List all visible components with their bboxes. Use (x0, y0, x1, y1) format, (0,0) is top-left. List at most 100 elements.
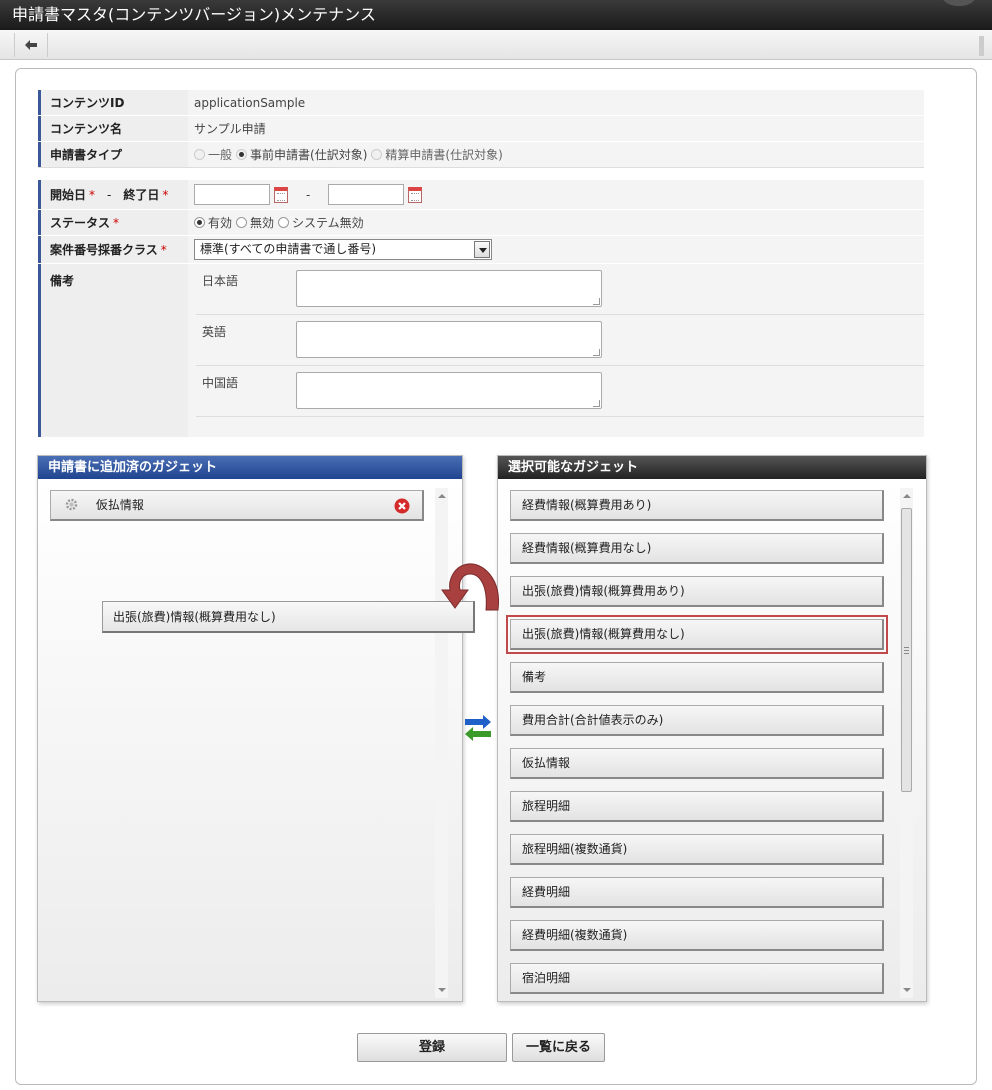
added-gadgets-title: 申請書に追加済のガジェット (38, 456, 462, 479)
scroll-down-arrow-icon[interactable] (903, 988, 911, 992)
title-bar-corner-decoration (942, 0, 976, 6)
available-gadget-item[interactable]: 仮払情報 (510, 748, 884, 779)
available-gadgets-panel: 選択可能なガジェット 経費情報(概算費用あり) 経費情報(概算費用なし) 出張(… (497, 455, 927, 1002)
form-type-option-settlement[interactable]: 精算申請書(仕訳対象) (371, 146, 503, 163)
notes-ja-label: 日本語 (202, 274, 239, 288)
gadget-label: 経費情報(概算費用なし) (522, 541, 652, 555)
option-label: 無効 (250, 216, 275, 230)
gadget-label: 出張(旅費)情報(概算費用あり) (522, 584, 685, 598)
settings-table: 開始日 * - 終了日 * - ステータス * 有効 無効 システム無効 案件番… (38, 180, 924, 438)
added-gadgets-list: 仮払情報 (38, 479, 462, 1001)
status-option-inactive[interactable]: 無効 (236, 214, 274, 231)
back-button[interactable] (14, 33, 48, 57)
available-gadget-item[interactable]: 費用合計(合計値表示のみ) (510, 705, 884, 736)
available-gadget-item-highlighted[interactable]: 出張(旅費)情報(概算費用なし) (506, 615, 888, 654)
form-type-option-advance[interactable]: 事前申請書(仕訳対象) (236, 146, 367, 163)
required-mark: * (160, 242, 167, 257)
form-type-option-general[interactable]: 一般 (194, 146, 232, 163)
remove-icon[interactable] (394, 498, 410, 514)
gadget-label: 出張(旅費)情報(概算費用なし) (522, 627, 685, 641)
option-label: 一般 (208, 148, 233, 162)
dragging-gadget-ghost[interactable]: 出張(旅費)情報(概算費用なし) (102, 601, 475, 633)
date-row: 開始日 * - 終了日 * - (38, 180, 924, 210)
available-gadget-item[interactable]: 備考 (510, 662, 884, 693)
required-mark: * (113, 215, 120, 230)
numbering-label-text: 案件番号採番クラス (50, 243, 158, 257)
start-date-label: 開始日 (50, 188, 87, 202)
end-calendar-icon[interactable] (408, 186, 423, 203)
notes-en-label: 英語 (202, 325, 227, 339)
radio-icon (278, 217, 290, 228)
radio-selected-icon (236, 149, 248, 160)
form-type-label: 申請書タイプ (38, 142, 188, 167)
radio-icon (236, 217, 248, 228)
toolbar-scroll-indicator (979, 36, 984, 56)
notes-zh-label: 中国語 (202, 376, 239, 390)
content-id-label: コンテンツID (38, 90, 188, 115)
status-label-text: ステータス (50, 216, 111, 230)
available-gadget-item[interactable]: 経費情報(概算費用あり) (510, 490, 884, 521)
start-date-input[interactable] (194, 184, 270, 205)
gadget-label: 備考 (522, 670, 547, 684)
available-gadgets-scrollbar[interactable] (900, 488, 913, 998)
added-gadgets-panel: 申請書に追加済のガジェット 仮払情報 (37, 455, 463, 1002)
toolbar (0, 30, 992, 60)
curved-drag-arrow-icon (441, 563, 499, 611)
status-option-active[interactable]: 有効 (194, 214, 232, 231)
scrollbar-thumb[interactable] (901, 508, 912, 792)
status-option-system-inactive[interactable]: システム無効 (278, 214, 364, 231)
content-info-table: コンテンツID applicationSample コンテンツ名 サンプル申請 … (38, 90, 924, 168)
dropdown-arrow-icon[interactable] (474, 241, 490, 258)
back-arrow-icon (25, 40, 37, 50)
available-gadget-item[interactable]: 旅程明細(複数通貨) (510, 834, 884, 865)
numbering-select[interactable]: 標準(すべての申請書で通し番号) (194, 239, 492, 260)
gadget-label: 旅程明細(複数通貨) (522, 842, 628, 856)
available-gadgets-list: 経費情報(概算費用あり) 経費情報(概算費用なし) 出張(旅費)情報(概算費用あ… (498, 479, 926, 1001)
gadget-label: 仮払情報 (522, 756, 571, 770)
option-label: システム無効 (292, 216, 364, 230)
scroll-down-arrow-icon[interactable] (438, 988, 446, 992)
notes-fields: 日本語 英語 中国語 (188, 264, 924, 437)
gadget-label: 経費情報(概算費用あり) (522, 498, 652, 512)
scroll-up-arrow-icon[interactable] (438, 494, 446, 498)
available-gadget-item[interactable]: 経費明細(複数通貨) (510, 920, 884, 951)
back-to-list-button[interactable]: 一覧に戻る (512, 1033, 605, 1062)
start-calendar-icon[interactable] (274, 186, 288, 203)
notes-zh-row: 中国語 (196, 366, 924, 417)
required-mark: * (162, 187, 169, 202)
gadget-label: 旅程明細 (522, 799, 571, 813)
notes-row: 備考 日本語 英語 中国語 (38, 264, 924, 438)
notes-ja-textarea[interactable] (296, 270, 602, 307)
added-gadget-label: 仮払情報 (95, 498, 144, 512)
option-label: 有効 (208, 216, 233, 230)
notes-en-textarea[interactable] (296, 321, 602, 358)
window-title-bar: 申請書マスタ(コンテンツバージョン)メンテナンス (0, 0, 992, 30)
form-type-row: 申請書タイプ 一般 事前申請書(仕訳対象) 精算申請書(仕訳対象) (38, 142, 924, 168)
date-label-dash: - (107, 187, 112, 202)
numbering-row: 案件番号採番クラス * 標準(すべての申請書で通し番号) (38, 236, 924, 264)
radio-icon (371, 149, 383, 160)
available-gadget-item[interactable]: 出張(旅費)情報(概算費用あり) (510, 576, 884, 607)
available-gadget-item[interactable]: 宿泊明細 (510, 963, 884, 994)
transfer-arrows-icon (465, 715, 491, 741)
scroll-up-arrow-icon[interactable] (903, 494, 911, 498)
gadget-label: 費用合計(合計値表示のみ) (522, 713, 664, 727)
available-gadget-item[interactable]: 旅程明細 (510, 791, 884, 822)
available-gadgets-title: 選択可能なガジェット (498, 456, 926, 479)
option-label: 事前申請書(仕訳対象) (250, 148, 368, 162)
notes-en-row: 英語 (196, 315, 924, 366)
numbering-label: 案件番号採番クラス * (38, 236, 188, 263)
date-fields: - (188, 180, 924, 209)
available-gadget-item[interactable]: 経費明細 (510, 877, 884, 908)
status-label: ステータス * (38, 210, 188, 235)
gadget-label: 宿泊明細 (522, 971, 571, 985)
register-button[interactable]: 登録 (357, 1033, 507, 1062)
end-date-input[interactable] (328, 184, 405, 205)
notes-ja-row: 日本語 (196, 264, 924, 315)
date-range-separator: - (306, 187, 311, 202)
available-gadget-item[interactable]: 経費情報(概算費用なし) (510, 533, 884, 564)
added-gadget-item[interactable]: 仮払情報 (50, 490, 424, 521)
notes-zh-textarea[interactable] (296, 372, 602, 409)
gadget-label: 経費明細 (522, 885, 571, 899)
required-mark: * (89, 187, 96, 202)
